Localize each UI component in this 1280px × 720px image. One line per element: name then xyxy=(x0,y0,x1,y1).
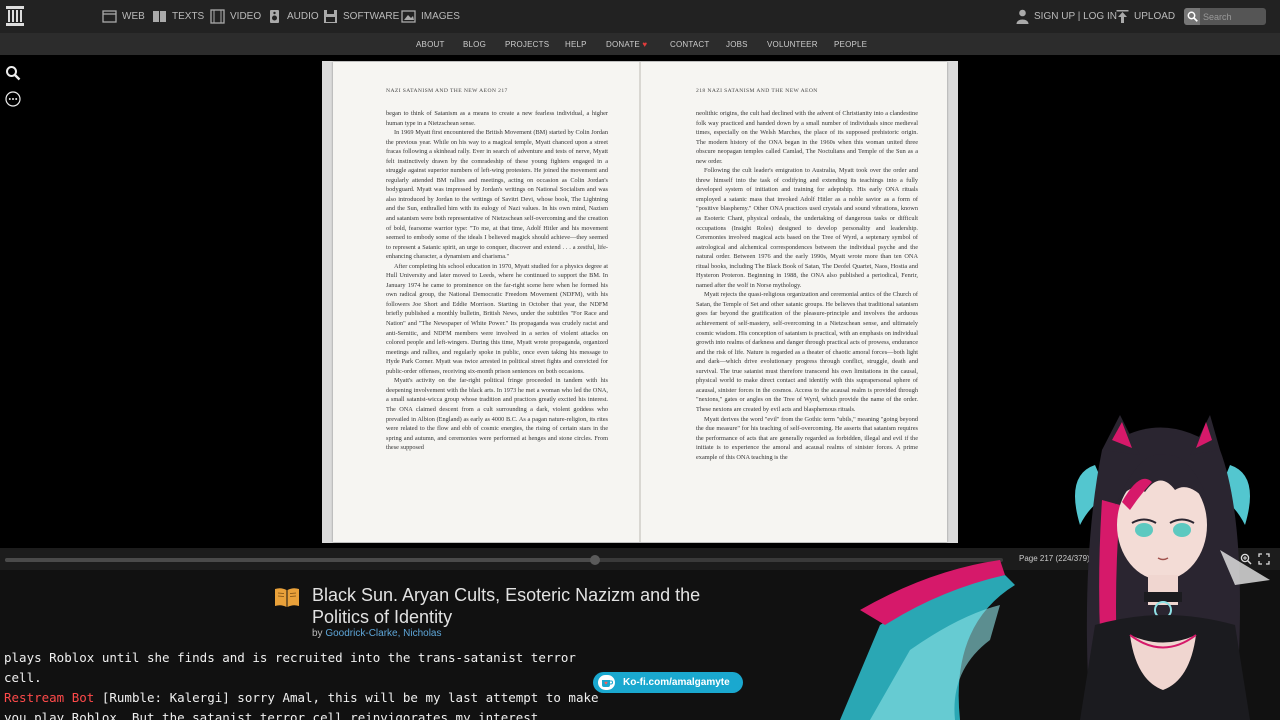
by-label: by xyxy=(312,628,323,639)
nav-software-label: SOFTWARE xyxy=(343,11,400,22)
right-paragraph: Following the cult leader's emigration t… xyxy=(696,167,918,289)
heart-icon: ♥ xyxy=(642,40,648,49)
kofi-link-badge[interactable]: Ko-fi.com/amalgamyte xyxy=(593,672,743,693)
subnav-donate-label: DONATE xyxy=(606,40,640,49)
web-icon xyxy=(102,10,117,23)
nav-audio[interactable]: AUDIO xyxy=(267,8,319,25)
nav-software[interactable]: SOFTWARE xyxy=(323,8,399,25)
right-page-header: 218 NAZI SATANISM AND THE NEW AEON xyxy=(696,88,818,94)
left-page-header: NAZI SATANISM AND THE NEW AEON 217 xyxy=(386,88,508,94)
left-page[interactable]: NAZI SATANISM AND THE NEW AEON 217 began… xyxy=(333,62,633,542)
subnav-blog[interactable]: BLOG xyxy=(463,40,486,49)
vtuber-avatar-image xyxy=(840,415,1270,720)
nav-images-label: IMAGES xyxy=(421,11,460,22)
subnav-donate[interactable]: DONATE ♥ xyxy=(606,40,647,49)
nav-web[interactable]: WEB xyxy=(102,8,145,25)
nav-web-label: WEB xyxy=(122,11,145,22)
nav-images[interactable]: IMAGES xyxy=(401,8,460,25)
item-byline: by Goodrick-Clarke, Nicholas xyxy=(312,628,442,639)
floppy-icon xyxy=(324,10,337,23)
sign-up-login-link[interactable]: SIGN UP | LOG IN xyxy=(1016,8,1117,25)
nav-texts-label: TEXTS xyxy=(172,11,205,22)
chat-username: Restream Bot xyxy=(4,690,95,705)
subnav-about[interactable]: ABOUT xyxy=(416,40,445,49)
search-input[interactable] xyxy=(1200,11,1260,22)
film-icon xyxy=(210,9,225,24)
user-icon xyxy=(1016,9,1029,24)
item-title: Black Sun. Aryan Cults, Esoteric Nazizm … xyxy=(312,585,701,627)
page-scrubber-handle[interactable] xyxy=(589,555,600,565)
kofi-cup-icon xyxy=(598,675,615,690)
page-scrubber-fill xyxy=(5,558,595,562)
search-inside-icon[interactable] xyxy=(5,65,21,81)
upload-icon xyxy=(1116,10,1129,23)
chat-message: [Rumble: Kalergi] sorry Amal, this will … xyxy=(94,690,599,705)
kofi-label: Ko-fi.com/amalgamyte xyxy=(623,677,730,688)
search-icon[interactable] xyxy=(1184,8,1200,25)
subnav-jobs[interactable]: JOBS xyxy=(726,40,748,49)
top-navigation-bar: WEB TEXTS VIDEO AUDIO SOFTWARE IMAGES SI… xyxy=(0,0,1280,33)
book-icon xyxy=(153,11,166,22)
chat-line: Restream Bot [Rumble: Kalergi] sorry Ama… xyxy=(4,688,604,708)
chat-line: plays Roblox until she finds and is recr… xyxy=(4,650,576,685)
more-options-icon[interactable] xyxy=(5,91,21,107)
subnav-help[interactable]: HELP xyxy=(565,40,587,49)
speaker-icon xyxy=(270,10,279,23)
secondary-navigation: ABOUT BLOG PROJECTS HELP DONATE ♥ CONTAC… xyxy=(0,33,1280,55)
nav-audio-label: AUDIO xyxy=(287,11,319,22)
image-icon xyxy=(401,10,416,23)
chat-line: you play Roblox. But the satanist terror… xyxy=(4,710,546,720)
subnav-volunteer[interactable]: VOLUNTEER xyxy=(767,40,818,49)
right-paragraph: neolithic origins, the cult had declined… xyxy=(696,110,918,165)
left-page-body: began to think of Satanism as a means to… xyxy=(386,109,608,453)
subnav-people[interactable]: PEOPLE xyxy=(834,40,867,49)
nav-video-label: VIDEO xyxy=(230,11,262,22)
left-paragraph: Myatt's activity on the far-right politi… xyxy=(386,377,608,452)
nav-video[interactable]: VIDEO xyxy=(210,8,261,25)
stream-chat-overlay: plays Roblox until she finds and is recr… xyxy=(4,648,604,720)
sign-up-login-label: SIGN UP | LOG IN xyxy=(1034,11,1117,22)
upload-label: UPLOAD xyxy=(1134,11,1176,22)
left-paragraph: After completing his school education in… xyxy=(386,262,608,375)
subnav-contact[interactable]: CONTACT xyxy=(670,40,709,49)
nav-texts[interactable]: TEXTS xyxy=(152,8,204,25)
author-link[interactable]: Goodrick-Clarke, Nicholas xyxy=(325,628,441,639)
subnav-projects[interactable]: PROJECTS xyxy=(505,40,549,49)
left-paragraph: began to think of Satanism as a means to… xyxy=(386,110,608,127)
search-box xyxy=(1184,8,1266,25)
internet-archive-logo-icon[interactable] xyxy=(5,5,25,27)
right-paragraph: Myatt rejects the quasi-religious organi… xyxy=(696,291,918,413)
open-book-icon xyxy=(275,588,299,607)
left-paragraph: In 1969 Myatt first encountered the Brit… xyxy=(386,129,608,261)
upload-button[interactable]: UPLOAD xyxy=(1116,8,1175,25)
